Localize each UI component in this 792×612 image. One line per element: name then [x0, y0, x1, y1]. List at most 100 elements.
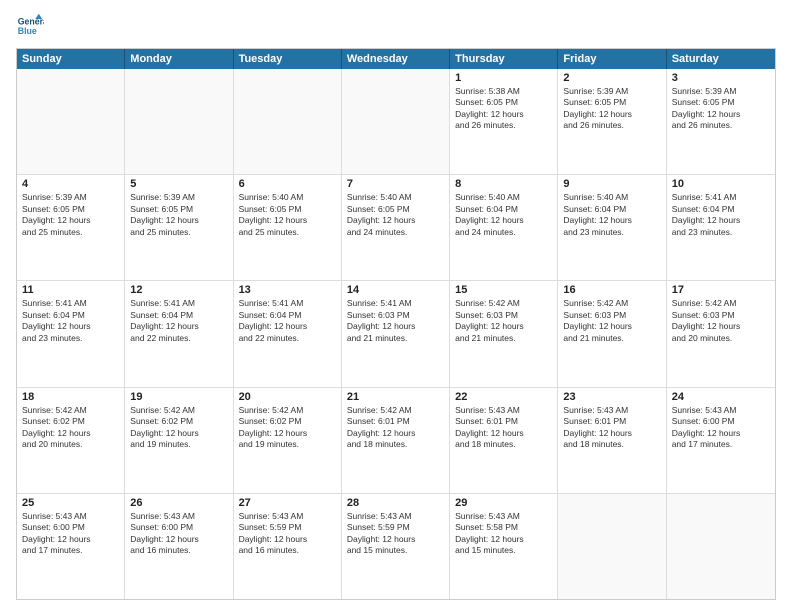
- day-number: 11: [22, 284, 119, 296]
- cal-cell: 20 Sunrise: 5:42 AM Sunset: 6:02 PM Dayli…: [234, 388, 342, 493]
- calendar-row-4: 18 Sunrise: 5:42 AM Sunset: 6:02 PM Dayli…: [17, 387, 775, 493]
- cal-cell: 27 Sunrise: 5:43 AM Sunset: 5:59 PM Dayli…: [234, 494, 342, 599]
- header-day-sunday: Sunday: [17, 49, 125, 69]
- day-info: Sunrise: 5:42 AM Sunset: 6:02 PM Dayligh…: [22, 405, 119, 451]
- cal-cell: 28 Sunrise: 5:43 AM Sunset: 5:59 PM Dayli…: [342, 494, 450, 599]
- day-info: Sunrise: 5:43 AM Sunset: 5:58 PM Dayligh…: [455, 511, 552, 557]
- day-number: 9: [563, 178, 660, 190]
- day-info: Sunrise: 5:43 AM Sunset: 6:01 PM Dayligh…: [455, 405, 552, 451]
- day-number: 22: [455, 391, 552, 403]
- day-info: Sunrise: 5:43 AM Sunset: 5:59 PM Dayligh…: [347, 511, 444, 557]
- day-number: 19: [130, 391, 227, 403]
- day-info: Sunrise: 5:43 AM Sunset: 6:00 PM Dayligh…: [130, 511, 227, 557]
- day-number: 23: [563, 391, 660, 403]
- cal-cell: 24 Sunrise: 5:43 AM Sunset: 6:00 PM Dayli…: [667, 388, 775, 493]
- svg-text:Blue: Blue: [18, 26, 37, 36]
- cal-cell: [234, 69, 342, 174]
- day-number: 15: [455, 284, 552, 296]
- day-info: Sunrise: 5:41 AM Sunset: 6:04 PM Dayligh…: [672, 192, 770, 238]
- cal-cell: [342, 69, 450, 174]
- cal-cell: 18 Sunrise: 5:42 AM Sunset: 6:02 PM Dayli…: [17, 388, 125, 493]
- calendar: SundayMondayTuesdayWednesdayThursdayFrid…: [16, 48, 776, 600]
- header-day-saturday: Saturday: [667, 49, 775, 69]
- day-info: Sunrise: 5:42 AM Sunset: 6:03 PM Dayligh…: [672, 298, 770, 344]
- day-info: Sunrise: 5:42 AM Sunset: 6:03 PM Dayligh…: [563, 298, 660, 344]
- day-number: 2: [563, 72, 660, 84]
- cal-cell: 4 Sunrise: 5:39 AM Sunset: 6:05 PM Daylig…: [17, 175, 125, 280]
- cal-cell: 26 Sunrise: 5:43 AM Sunset: 6:00 PM Dayli…: [125, 494, 233, 599]
- day-info: Sunrise: 5:40 AM Sunset: 6:05 PM Dayligh…: [347, 192, 444, 238]
- day-info: Sunrise: 5:39 AM Sunset: 6:05 PM Dayligh…: [672, 86, 770, 132]
- day-number: 6: [239, 178, 336, 190]
- calendar-row-5: 25Sunrise: 5:43 AM Sunset: 6:00 PM Dayli…: [17, 493, 775, 599]
- day-number: 21: [347, 391, 444, 403]
- day-number: 17: [672, 284, 770, 296]
- day-number: 16: [563, 284, 660, 296]
- day-info: Sunrise: 5:38 AM Sunset: 6:05 PM Dayligh…: [455, 86, 552, 132]
- day-number: 12: [130, 284, 227, 296]
- day-info: Sunrise: 5:39 AM Sunset: 6:05 PM Dayligh…: [563, 86, 660, 132]
- calendar-header: SundayMondayTuesdayWednesdayThursdayFrid…: [17, 49, 775, 69]
- day-number: 28: [347, 497, 444, 509]
- calendar-row-1: 1 Sunrise: 5:38 AM Sunset: 6:05 PM Daylig…: [17, 69, 775, 174]
- cal-cell: 14 Sunrise: 5:41 AM Sunset: 6:03 PM Dayli…: [342, 281, 450, 386]
- day-info: Sunrise: 5:42 AM Sunset: 6:02 PM Dayligh…: [239, 405, 336, 451]
- cal-cell: [17, 69, 125, 174]
- day-number: 8: [455, 178, 552, 190]
- day-info: Sunrise: 5:41 AM Sunset: 6:04 PM Dayligh…: [239, 298, 336, 344]
- day-info: Sunrise: 5:43 AM Sunset: 5:59 PM Dayligh…: [239, 511, 336, 557]
- day-info: Sunrise: 5:43 AM Sunset: 6:00 PM Dayligh…: [22, 511, 119, 557]
- cal-cell: 13Sunrise: 5:41 AM Sunset: 6:04 PM Dayli…: [234, 281, 342, 386]
- day-number: 18: [22, 391, 119, 403]
- day-number: 26: [130, 497, 227, 509]
- logo: General Blue: [16, 12, 48, 40]
- day-number: 3: [672, 72, 770, 84]
- calendar-body: 1 Sunrise: 5:38 AM Sunset: 6:05 PM Daylig…: [17, 69, 775, 599]
- cal-cell: 12 Sunrise: 5:41 AM Sunset: 6:04 PM Dayli…: [125, 281, 233, 386]
- day-number: 14: [347, 284, 444, 296]
- header-day-wednesday: Wednesday: [342, 49, 450, 69]
- day-number: 1: [455, 72, 552, 84]
- calendar-row-3: 11 Sunrise: 5:41 AM Sunset: 6:04 PM Dayli…: [17, 280, 775, 386]
- cal-cell: 19 Sunrise: 5:42 AM Sunset: 6:02 PM Dayli…: [125, 388, 233, 493]
- day-info: Sunrise: 5:41 AM Sunset: 6:04 PM Dayligh…: [130, 298, 227, 344]
- day-info: Sunrise: 5:42 AM Sunset: 6:02 PM Dayligh…: [130, 405, 227, 451]
- cal-cell: 29 Sunrise: 5:43 AM Sunset: 5:58 PM Dayli…: [450, 494, 558, 599]
- cal-cell: 5Sunrise: 5:39 AM Sunset: 6:05 PM Daylig…: [125, 175, 233, 280]
- cal-cell: 2 Sunrise: 5:39 AM Sunset: 6:05 PM Daylig…: [558, 69, 666, 174]
- day-number: 29: [455, 497, 552, 509]
- day-info: Sunrise: 5:42 AM Sunset: 6:03 PM Dayligh…: [455, 298, 552, 344]
- day-info: Sunrise: 5:43 AM Sunset: 6:00 PM Dayligh…: [672, 405, 770, 451]
- logo-icon: General Blue: [16, 12, 44, 40]
- day-info: Sunrise: 5:41 AM Sunset: 6:04 PM Dayligh…: [22, 298, 119, 344]
- day-info: Sunrise: 5:40 AM Sunset: 6:04 PM Dayligh…: [563, 192, 660, 238]
- header-day-thursday: Thursday: [450, 49, 558, 69]
- day-number: 4: [22, 178, 119, 190]
- day-info: Sunrise: 5:43 AM Sunset: 6:01 PM Dayligh…: [563, 405, 660, 451]
- day-info: Sunrise: 5:39 AM Sunset: 6:05 PM Dayligh…: [130, 192, 227, 238]
- day-number: 10: [672, 178, 770, 190]
- cal-cell: [125, 69, 233, 174]
- cal-cell: 7 Sunrise: 5:40 AM Sunset: 6:05 PM Daylig…: [342, 175, 450, 280]
- day-number: 20: [239, 391, 336, 403]
- day-number: 24: [672, 391, 770, 403]
- cal-cell: 25Sunrise: 5:43 AM Sunset: 6:00 PM Dayli…: [17, 494, 125, 599]
- day-info: Sunrise: 5:41 AM Sunset: 6:03 PM Dayligh…: [347, 298, 444, 344]
- cal-cell: 3 Sunrise: 5:39 AM Sunset: 6:05 PM Daylig…: [667, 69, 775, 174]
- day-info: Sunrise: 5:39 AM Sunset: 6:05 PM Dayligh…: [22, 192, 119, 238]
- day-info: Sunrise: 5:42 AM Sunset: 6:01 PM Dayligh…: [347, 405, 444, 451]
- calendar-row-2: 4 Sunrise: 5:39 AM Sunset: 6:05 PM Daylig…: [17, 174, 775, 280]
- day-number: 27: [239, 497, 336, 509]
- cal-cell: 22 Sunrise: 5:43 AM Sunset: 6:01 PM Dayli…: [450, 388, 558, 493]
- day-number: 7: [347, 178, 444, 190]
- cal-cell: 21 Sunrise: 5:42 AM Sunset: 6:01 PM Dayli…: [342, 388, 450, 493]
- cal-cell: 9 Sunrise: 5:40 AM Sunset: 6:04 PM Daylig…: [558, 175, 666, 280]
- cal-cell: [558, 494, 666, 599]
- header: General Blue: [16, 12, 776, 40]
- cal-cell: 8 Sunrise: 5:40 AM Sunset: 6:04 PM Daylig…: [450, 175, 558, 280]
- cal-cell: 15 Sunrise: 5:42 AM Sunset: 6:03 PM Dayli…: [450, 281, 558, 386]
- header-day-friday: Friday: [558, 49, 666, 69]
- day-info: Sunrise: 5:40 AM Sunset: 6:04 PM Dayligh…: [455, 192, 552, 238]
- cal-cell: 1 Sunrise: 5:38 AM Sunset: 6:05 PM Daylig…: [450, 69, 558, 174]
- day-info: Sunrise: 5:40 AM Sunset: 6:05 PM Dayligh…: [239, 192, 336, 238]
